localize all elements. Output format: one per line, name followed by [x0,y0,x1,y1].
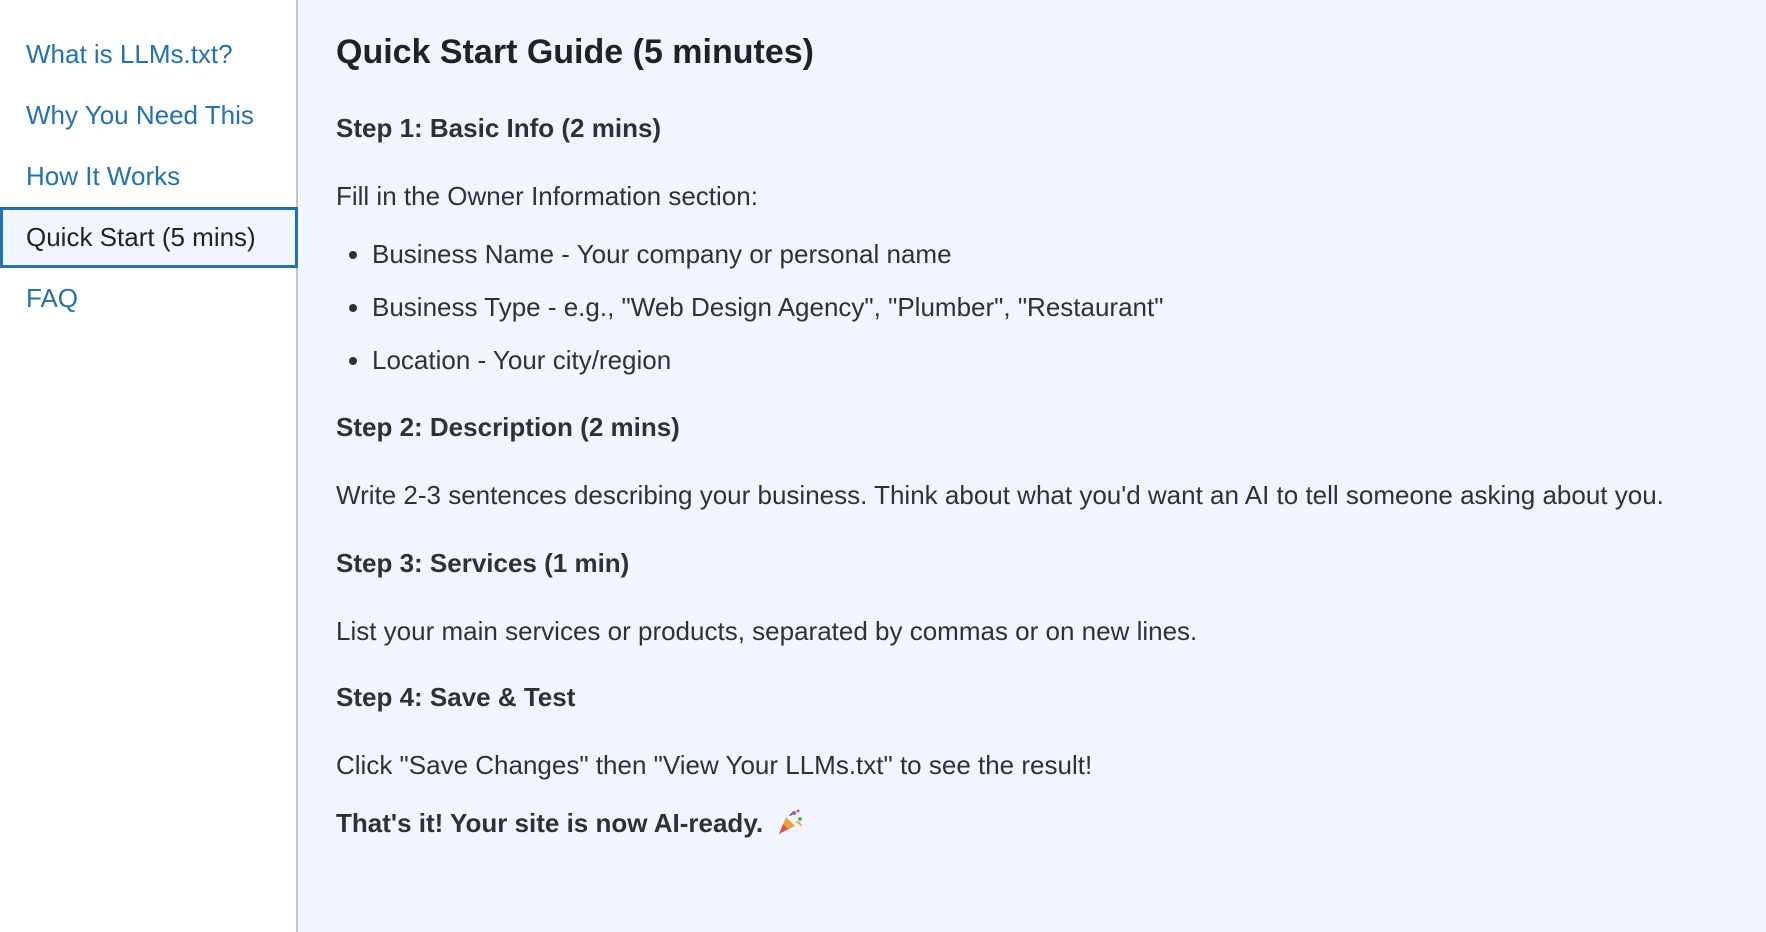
list-item: Business Type - e.g., "Web Design Agency… [372,291,1766,323]
sidebar-item-quick-start[interactable]: Quick Start (5 mins) [0,207,298,268]
main-content: Quick Start Guide (5 minutes) Step 1: Ba… [298,0,1766,932]
party-popper-icon [779,809,803,834]
step-2-heading: Step 2: Description (2 mins) [336,412,680,442]
sidebar-nav: What is LLMs.txt? Why You Need This How … [0,0,298,932]
sidebar-item-what-is-llms-txt[interactable]: What is LLMs.txt? [0,24,296,85]
step-1-heading: Step 1: Basic Info (2 mins) [336,113,662,143]
list-item: Business Name - Your company or personal… [372,238,1766,270]
step-1-list: Business Name - Your company or personal… [336,238,1766,376]
step-2-text: Write 2-3 sentences describing your busi… [336,480,1664,510]
step-3-heading: Step 3: Services (1 min) [336,548,630,578]
completion-text: That's it! Your site is now AI-ready. [336,808,764,838]
list-item: Location - Your city/region [372,344,1766,376]
sidebar-item-faq[interactable]: FAQ [0,268,296,329]
completion-message: That's it! Your site is now AI-ready. [336,807,1766,839]
step-1-intro: Fill in the Owner Information section: [336,181,758,211]
sidebar-item-how-it-works[interactable]: How It Works [0,146,296,207]
sidebar-list: What is LLMs.txt? Why You Need This How … [0,24,298,329]
step-4-text: Click "Save Changes" then "View Your LLM… [336,750,1093,780]
step-3-text: List your main services or products, sep… [336,616,1198,646]
page-title: Quick Start Guide (5 minutes) [336,33,814,71]
sidebar-item-why-you-need-this[interactable]: Why You Need This [0,85,296,146]
page-layout: What is LLMs.txt? Why You Need This How … [0,0,1766,932]
step-4-heading: Step 4: Save & Test [336,682,576,712]
